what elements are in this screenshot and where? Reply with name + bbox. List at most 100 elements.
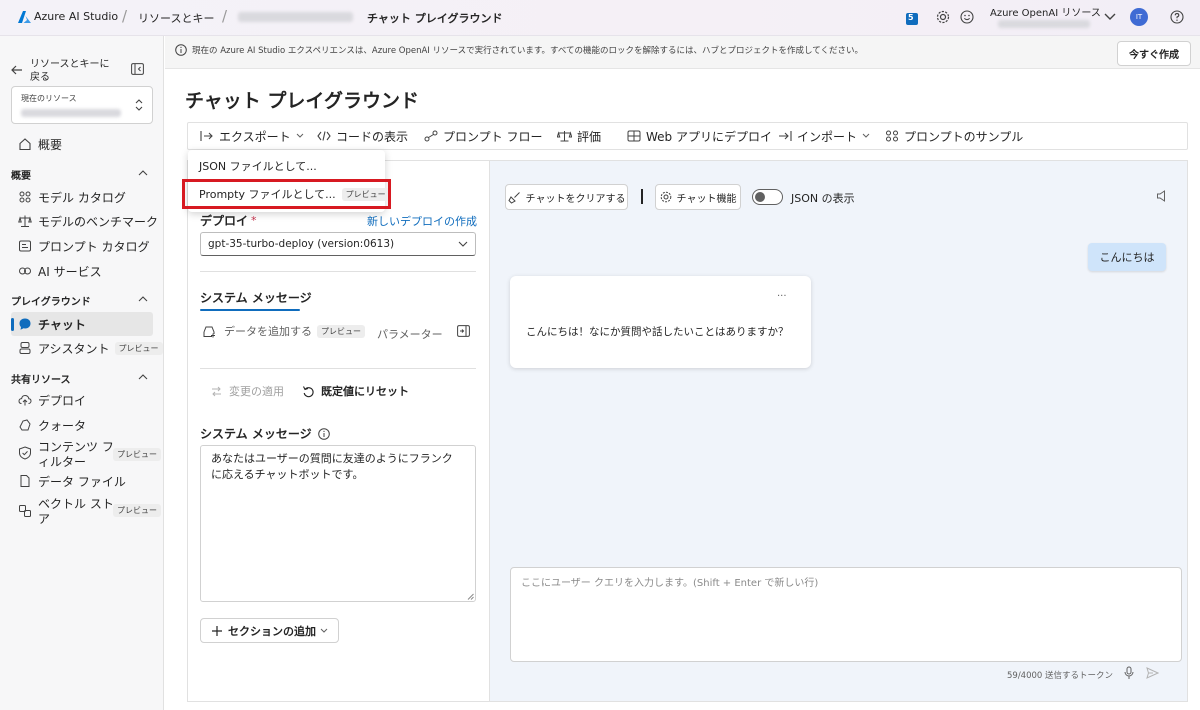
chat-input-placeholder: ここにユーザー クエリを入力します。(Shift + Enter で新しい行)	[521, 578, 819, 589]
nav-model-benchmark-label: モデルのベンチマーク	[38, 214, 159, 229]
prompt-samples-button[interactable]: プロンプトのサンプル	[885, 123, 1023, 149]
import-menu-button[interactable]: インポート	[778, 123, 875, 149]
new-deployment-link[interactable]: 新しいデプロイの作成	[367, 213, 477, 229]
panel-collapse-icon[interactable]	[457, 325, 470, 337]
top-bar: Azure AI Studio / リソースとキー / チャット プレイグラウン…	[0, 0, 1200, 36]
model-catalog-icon	[19, 191, 31, 203]
nav-ai-services[interactable]: AI サービス	[0, 259, 164, 283]
deployment-select[interactable]: gpt-35-turbo-deploy (version:0613)	[200, 232, 476, 256]
chat-features-label: チャット機能	[676, 193, 737, 205]
token-counter: 59/4000 送信するトークン	[1007, 671, 1114, 681]
up-down-chevron-icon	[135, 99, 143, 111]
left-navigation: リソースとキーに戻る 現在のリソース 概要 概要 モデル カタログ モデルのベン…	[0, 36, 164, 710]
nav-deploy[interactable]: デプロイ	[0, 388, 164, 412]
nav-section-shared-resources: 共有リソース	[11, 375, 71, 386]
nav-content-filter[interactable]: コンテンツ フ ィルター プレビュー	[0, 436, 164, 469]
evaluate-label: 評価	[577, 129, 602, 144]
apply-arrows-icon	[212, 386, 221, 396]
toolbar: エクスポート コードの表示 プロンプト フロー 評価 Web アプリにデプロイ …	[187, 122, 1188, 150]
nav-chat[interactable]: チャット	[11, 312, 153, 336]
chevron-down-icon[interactable]	[1104, 13, 1116, 21]
cloud-deploy-icon	[18, 394, 32, 406]
nav-data-files-label: データ ファイル	[38, 474, 126, 489]
help-icon[interactable]	[1170, 10, 1184, 24]
chat-input-area[interactable]: ここにユーザー クエリを入力します。(Shift + Enter で新しい行)	[510, 567, 1182, 662]
file-icon	[20, 475, 30, 487]
chevron-up-icon[interactable]	[138, 372, 148, 382]
gear-icon[interactable]	[936, 10, 950, 24]
nav-content-filter-label-line2: ィルター	[38, 455, 87, 469]
system-message-label-row: システム メッセージ	[200, 425, 330, 442]
resize-handle-icon[interactable]	[467, 593, 474, 600]
current-resource-selector[interactable]: 現在のリソース	[11, 86, 153, 124]
nav-section-overview: 概要	[11, 171, 31, 182]
nav-data-files[interactable]: データ ファイル	[0, 469, 164, 493]
chat-panel: チャットをクリアする チャット機能 JSON の表示 こんにちは ... こんに…	[489, 160, 1188, 702]
broom-icon	[507, 191, 520, 204]
preview-badge: プレビュー	[113, 504, 161, 517]
breadcrumb-resources-keys[interactable]: リソースとキー	[138, 10, 214, 26]
speaker-icon[interactable]	[1155, 190, 1167, 202]
chat-features-button[interactable]: チャット機能	[655, 184, 741, 210]
code-icon	[317, 131, 331, 141]
nav-quota[interactable]: クォータ	[0, 413, 164, 437]
nav-quota-label: クォータ	[38, 418, 87, 433]
clear-chat-label: チャットをクリアする	[525, 193, 626, 205]
breadcrumb-resource-name-redacted[interactable]	[238, 12, 353, 22]
chevron-down-icon	[296, 133, 303, 138]
back-to-resources-link[interactable]: リソースとキーに戻る	[11, 58, 146, 84]
nav-model-catalog[interactable]: モデル カタログ	[0, 185, 164, 209]
current-resource-name-redacted	[21, 109, 121, 117]
prompt-flow-button[interactable]: プロンプト フロー	[424, 123, 542, 149]
chevron-up-icon[interactable]	[138, 294, 148, 304]
chevron-up-icon[interactable]	[138, 168, 148, 178]
avatar[interactable]: IT	[1130, 8, 1148, 26]
quota-icon	[19, 419, 31, 431]
notification-count: 5	[908, 13, 914, 22]
export-json-option[interactable]: JSON ファイルとして...	[199, 158, 317, 174]
microphone-icon[interactable]	[1124, 666, 1134, 680]
back-link-label: リソースとキーに戻る	[30, 59, 110, 83]
add-section-label: セクションの追加	[228, 624, 316, 638]
tab-system-message[interactable]: システム メッセージ	[200, 289, 312, 306]
export-menu-button[interactable]: エクスポート	[200, 123, 309, 149]
preview-badge: プレビュー	[113, 448, 161, 461]
nav-model-benchmark[interactable]: モデルのベンチマーク	[0, 209, 164, 233]
samples-grid-icon	[886, 130, 898, 142]
show-code-label: コードの表示	[336, 129, 409, 144]
nav-model-catalog-label: モデル カタログ	[38, 190, 126, 205]
scale-icon	[557, 131, 572, 142]
brand-link[interactable]: Azure AI Studio	[34, 10, 118, 23]
feedback-smiley-icon[interactable]	[960, 10, 974, 24]
ai-services-icon	[19, 267, 31, 275]
deploy-label-row: デプロイ *	[200, 212, 257, 229]
resource-switcher-label[interactable]: Azure OpenAI リソース	[990, 4, 1101, 19]
apply-changes-label: 変更の適用	[229, 385, 284, 398]
add-section-button[interactable]: セクションの追加	[200, 618, 339, 643]
info-icon[interactable]	[317, 427, 330, 440]
collapse-nav-icon[interactable]	[131, 63, 144, 75]
clear-chat-button[interactable]: チャットをクリアする	[505, 184, 628, 210]
vector-store-icon	[19, 505, 31, 517]
notifications-button[interactable]: 5	[906, 10, 920, 26]
nav-overview-label: 概要	[38, 137, 63, 152]
reset-default-button[interactable]: 既定値にリセット	[302, 383, 409, 399]
system-message-textarea[interactable]: あなたはユーザーの質問に友達のようにフランクに応えるチャットボットです。	[200, 445, 476, 602]
message-more-button[interactable]: ...	[777, 288, 787, 299]
apply-changes-button[interactable]: 変更の適用	[210, 383, 284, 399]
nav-prompt-catalog[interactable]: プロンプト カタログ	[0, 234, 164, 258]
nav-vector-store[interactable]: ベクトル スト ア プレビュー	[0, 494, 164, 526]
assistant-icon	[19, 342, 31, 354]
tab-add-data[interactable]: データを追加する プレビュー	[202, 323, 365, 339]
tab-parameters[interactable]: パラメーター	[377, 326, 443, 342]
show-code-button[interactable]: コードの表示	[317, 123, 408, 149]
json-toggle-switch[interactable]	[752, 189, 783, 205]
send-icon[interactable]	[1146, 667, 1159, 679]
current-resource-label: 現在のリソース	[21, 94, 77, 103]
deploy-web-app-button[interactable]: Web アプリにデプロイ	[627, 123, 772, 149]
chevron-down-icon	[862, 133, 870, 138]
create-now-button[interactable]: 今すぐ作成	[1117, 41, 1191, 66]
evaluate-button[interactable]: 評価	[557, 123, 601, 149]
nav-overview[interactable]: 概要	[0, 132, 164, 156]
nav-assistant[interactable]: アシスタント プレビュー	[0, 336, 164, 360]
